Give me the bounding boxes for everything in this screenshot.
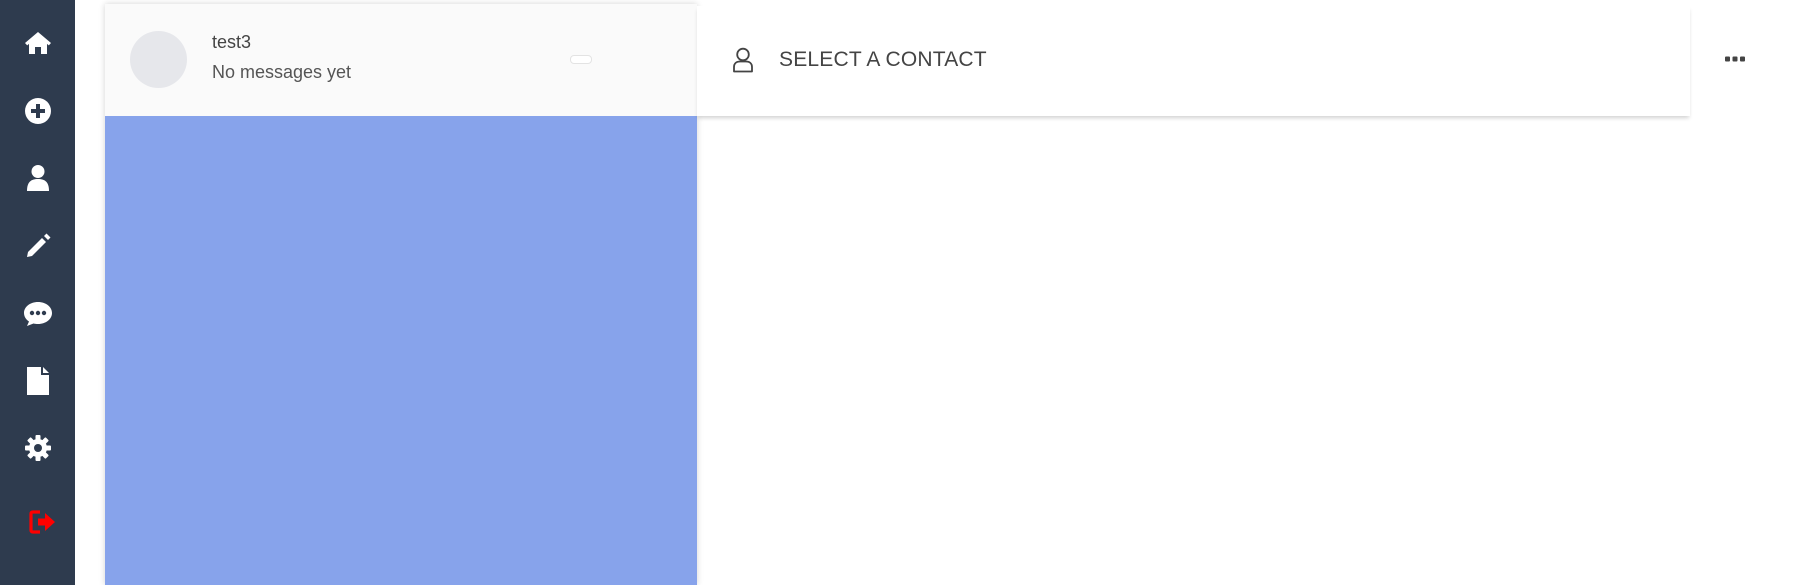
contact-name: test3 [212, 32, 252, 52]
nav-add[interactable] [0, 86, 75, 136]
nav-edit[interactable] [0, 221, 75, 271]
more-options-button[interactable] [1716, 48, 1754, 70]
nav-logout[interactable] [5, 497, 80, 547]
contact-item[interactable]: test3 No messages yet [105, 4, 697, 116]
chat-header: SELECT A CONTACT [697, 6, 1690, 116]
gear-icon [24, 435, 51, 461]
nav-settings[interactable] [0, 423, 75, 473]
nav-home[interactable] [0, 18, 75, 68]
ellipsis-icon [1725, 56, 1745, 62]
plus-circle-icon [24, 98, 51, 124]
messenger-app: test3 No messages yet SELECT A CONTACT [0, 0, 1794, 585]
unread-badge [570, 55, 592, 64]
chat-title: SELECT A CONTACT [779, 48, 987, 71]
sidebar [0, 0, 75, 585]
chat-bubble-icon [23, 302, 52, 326]
nav-messages[interactable] [0, 289, 75, 339]
contact-last-message: No messages yet [212, 62, 352, 82]
contact-list-panel: test3 No messages yet [105, 4, 697, 585]
nav-profile[interactable] [0, 153, 75, 203]
sign-out-icon [28, 510, 55, 534]
user-outline-icon [733, 47, 753, 73]
nav-documents[interactable] [0, 356, 75, 406]
pencil-icon [26, 233, 50, 257]
file-icon [26, 367, 49, 395]
user-icon [26, 165, 49, 191]
avatar [130, 31, 187, 88]
home-icon [24, 32, 51, 54]
